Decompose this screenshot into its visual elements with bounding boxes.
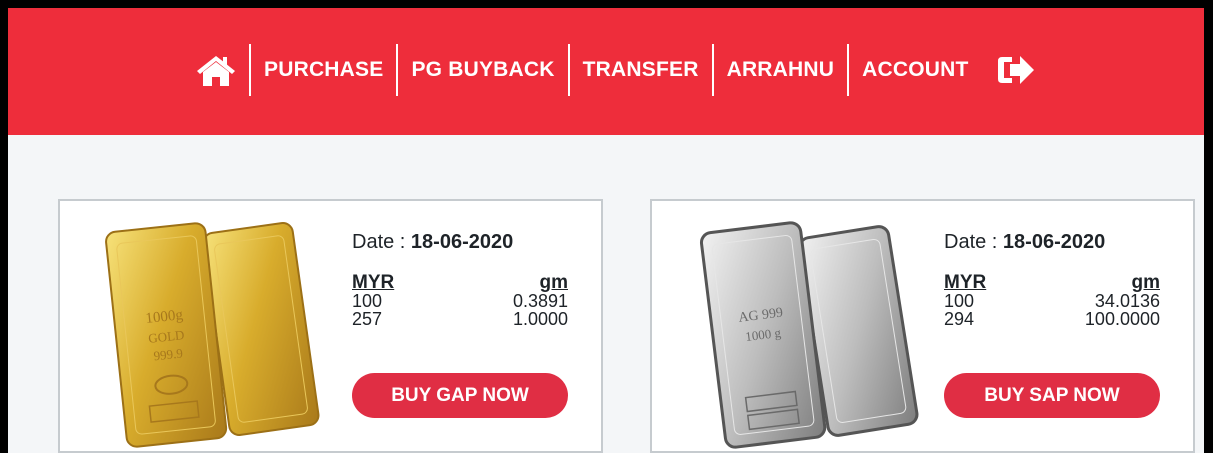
silver-date: Date : 18-06-2020 [944, 231, 1160, 254]
myr-value: 100 [352, 291, 383, 311]
col-gm: gm [539, 272, 569, 293]
myr-value: 100 [944, 291, 975, 311]
gm-value: 1.0000 [512, 309, 568, 329]
silver-product-card: AG 999 1000 g Date : 18-06-2020 MYR gm 1… [650, 199, 1195, 453]
page-frame: PURCHASE PG BUYBACK TRANSFER ARRAHNU ACC… [0, 0, 1213, 453]
buy-sap-button[interactable]: BUY SAP NOW [944, 373, 1160, 418]
sign-out-icon[interactable] [982, 44, 1036, 96]
gold-product-card: 1000g GOLD 999.9 Date : 18-06-2020 MYR g… [58, 199, 603, 453]
col-myr: MYR [352, 272, 395, 293]
main-nav: PURCHASE PG BUYBACK TRANSFER ARRAHNU ACC… [196, 44, 1036, 96]
silver-bars-image: AG 999 1000 g [678, 209, 928, 449]
home-icon[interactable] [196, 44, 249, 96]
table-header: MYR gm [352, 272, 569, 293]
nav-pg-buyback[interactable]: PG BUYBACK [398, 44, 567, 96]
gm-value: 100.0000 [1084, 309, 1160, 329]
gold-price-info: Date : 18-06-2020 MYR gm 100 0.3891 257 … [352, 231, 569, 418]
table-row: 100 34.0136 [944, 292, 1160, 310]
nav-account[interactable]: ACCOUNT [849, 44, 981, 96]
table-header: MYR gm [944, 272, 1161, 293]
gold-price-table: MYR gm 100 0.3891 257 1.0000 [352, 272, 569, 328]
buy-gap-button[interactable]: BUY GAP NOW [352, 373, 568, 418]
col-gm: gm [1131, 272, 1161, 293]
myr-value: 257 [352, 309, 383, 329]
svg-text:999.9: 999.9 [153, 345, 184, 363]
silver-price-table: MYR gm 100 34.0136 294 100.0000 [944, 272, 1161, 328]
date-value: 18-06-2020 [1002, 231, 1106, 253]
nav-arrahnu[interactable]: ARRAHNU [714, 44, 848, 96]
gold-date: Date : 18-06-2020 [352, 231, 568, 254]
gm-value: 34.0136 [1094, 291, 1160, 311]
gold-bars-image: 1000g GOLD 999.9 [86, 209, 336, 449]
myr-value: 294 [944, 309, 975, 329]
date-value: 18-06-2020 [410, 231, 514, 253]
gm-value: 0.3891 [512, 291, 568, 311]
date-label: Date : [352, 231, 406, 253]
top-navigation-bar: PURCHASE PG BUYBACK TRANSFER ARRAHNU ACC… [8, 8, 1204, 135]
silver-price-info: Date : 18-06-2020 MYR gm 100 34.0136 294… [944, 231, 1161, 418]
table-row: 257 1.0000 [352, 310, 568, 328]
table-row: 294 100.0000 [944, 310, 1160, 328]
date-label: Date : [944, 231, 998, 253]
nav-purchase[interactable]: PURCHASE [251, 44, 396, 96]
nav-transfer[interactable]: TRANSFER [570, 44, 712, 96]
table-row: 100 0.3891 [352, 292, 568, 310]
col-myr: MYR [944, 272, 987, 293]
